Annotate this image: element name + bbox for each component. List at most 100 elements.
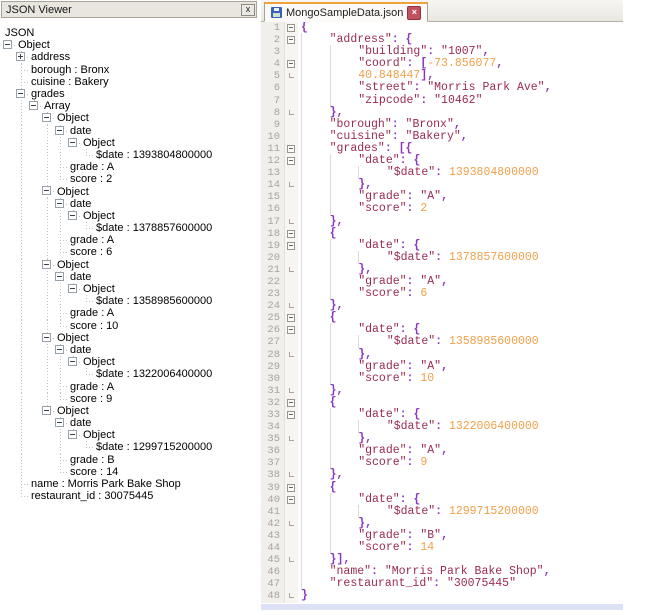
tree-node[interactable]: date bbox=[3, 270, 258, 284]
horizontal-scrollbar[interactable] bbox=[261, 604, 623, 610]
tree-leaf[interactable]: score : 10 bbox=[3, 319, 258, 332]
tree-leaf[interactable]: $date : 1358985600000 bbox=[3, 295, 258, 308]
tree-node[interactable]: date bbox=[3, 417, 258, 430]
fold-collapse-icon[interactable] bbox=[287, 144, 295, 153]
tree-leaf[interactable]: $date : 1393804800000 bbox=[3, 148, 258, 162]
code-line[interactable]: 27 "$date": 1358985600000 bbox=[261, 335, 623, 349]
tree-leaf[interactable]: grade : A bbox=[3, 380, 258, 393]
collapse-icon[interactable] bbox=[68, 357, 77, 367]
code-line[interactable]: 38 }, bbox=[261, 468, 623, 482]
collapse-icon[interactable] bbox=[55, 418, 64, 427]
tree-node[interactable]: Object bbox=[3, 209, 258, 223]
tree-connector bbox=[55, 124, 68, 137]
code-editor[interactable]: 1{2 "address": {3 "building": "1007", 4 "… bbox=[261, 22, 623, 603]
code-line[interactable]: 48} bbox=[261, 590, 623, 603]
code-line[interactable]: 39 { bbox=[261, 480, 623, 494]
collapse-icon[interactable] bbox=[68, 283, 77, 293]
collapse-icon[interactable] bbox=[55, 344, 64, 354]
tree-node[interactable]: Array bbox=[3, 100, 258, 113]
tree-node[interactable]: Object bbox=[3, 429, 258, 442]
tree-node[interactable]: grades bbox=[3, 87, 258, 101]
code-line[interactable]: 47 "restaurant_id": "30075445" bbox=[261, 577, 623, 591]
tab-close-icon[interactable]: × bbox=[407, 5, 422, 20]
collapse-icon[interactable] bbox=[42, 259, 51, 269]
tree-node[interactable]: JSON bbox=[3, 27, 258, 39]
tree-leaf[interactable]: grade : A bbox=[3, 161, 258, 174]
tree-leaf[interactable]: borough : Bronx bbox=[3, 63, 258, 76]
code-line[interactable]: 16 "score": 2 bbox=[261, 202, 623, 216]
line-number: 23 bbox=[261, 288, 284, 301]
tree-leaf[interactable]: restaurant_id : 30075445 bbox=[3, 490, 258, 502]
tree-leaf[interactable]: name : Morris Park Bake Shop bbox=[3, 477, 258, 491]
collapse-icon[interactable] bbox=[55, 125, 64, 135]
tree-leaf[interactable]: $date : 1378857600000 bbox=[3, 222, 258, 235]
fold-collapse-icon[interactable] bbox=[287, 24, 295, 32]
collapse-icon[interactable] bbox=[42, 113, 51, 123]
code-line[interactable]: 30 "score": 10 bbox=[261, 371, 623, 385]
tree-indent bbox=[42, 307, 55, 320]
tree-leaf[interactable]: score : 6 bbox=[3, 246, 258, 259]
fold-margin bbox=[284, 239, 298, 252]
tab-mongosampledata[interactable]: MongoSampleData.json × bbox=[264, 2, 429, 22]
code-text: "zipcode": "10462" bbox=[298, 93, 482, 107]
tree-node[interactable]: date bbox=[3, 124, 258, 137]
fold-collapse-icon[interactable] bbox=[287, 157, 295, 166]
tree-node[interactable]: Object bbox=[3, 112, 258, 125]
tree-node[interactable]: address bbox=[3, 51, 258, 64]
collapse-icon[interactable] bbox=[42, 186, 51, 196]
fold-collapse-icon[interactable] bbox=[287, 495, 295, 504]
tree-node[interactable]: Object bbox=[3, 356, 258, 369]
tree-label: $date : 1322006400000 bbox=[96, 368, 213, 381]
tree-node[interactable]: date bbox=[3, 343, 258, 357]
tree-node[interactable]: date bbox=[3, 197, 258, 211]
collapse-icon[interactable] bbox=[42, 405, 51, 415]
tree-node[interactable]: Object bbox=[3, 39, 258, 51]
tree-leaf[interactable]: $date : 1322006400000 bbox=[3, 368, 258, 381]
collapse-icon[interactable] bbox=[42, 332, 51, 342]
collapse-icon[interactable] bbox=[29, 101, 38, 111]
fold-collapse-icon[interactable] bbox=[287, 398, 295, 407]
tree-node[interactable]: Object bbox=[3, 136, 258, 150]
fold-collapse-icon[interactable] bbox=[287, 60, 295, 69]
collapse-icon[interactable] bbox=[16, 88, 25, 98]
fold-end-icon bbox=[289, 557, 294, 563]
tree-node[interactable]: Object bbox=[3, 185, 258, 198]
tree-node[interactable]: Object bbox=[3, 258, 258, 271]
tree-leaf[interactable]: cuisine : Bakery bbox=[3, 75, 258, 89]
fold-collapse-icon[interactable] bbox=[287, 229, 295, 238]
collapse-icon[interactable] bbox=[68, 210, 77, 220]
tree-leaf[interactable]: score : 2 bbox=[3, 173, 258, 186]
panel-close-button[interactable]: x bbox=[241, 3, 255, 16]
tree-node[interactable]: Object bbox=[3, 404, 258, 418]
fold-collapse-icon[interactable] bbox=[287, 411, 295, 419]
tree-leaf[interactable]: grade : A bbox=[3, 307, 258, 320]
fold-margin bbox=[284, 505, 298, 518]
fold-collapse-icon[interactable] bbox=[287, 483, 295, 492]
tree-node[interactable]: Object bbox=[3, 282, 258, 296]
fold-collapse-icon[interactable] bbox=[287, 241, 295, 250]
code-line[interactable]: 7 "zipcode": "10462" bbox=[261, 93, 623, 107]
collapse-icon[interactable] bbox=[55, 198, 64, 208]
fold-collapse-icon[interactable] bbox=[287, 314, 295, 323]
tree-leaf[interactable]: grade : A bbox=[3, 234, 258, 247]
fold-collapse-icon[interactable] bbox=[287, 326, 295, 335]
collapse-icon[interactable] bbox=[68, 430, 77, 440]
fold-collapse-icon[interactable] bbox=[287, 36, 295, 45]
tree-leaf[interactable]: score : 9 bbox=[3, 392, 258, 406]
expand-icon[interactable] bbox=[16, 52, 25, 62]
code-text: { bbox=[298, 480, 337, 494]
tree-leaf[interactable]: score : 14 bbox=[3, 465, 258, 479]
collapse-icon[interactable] bbox=[68, 137, 77, 147]
tree-node[interactable]: Object bbox=[3, 331, 258, 345]
code-line[interactable]: 18 { bbox=[261, 226, 623, 240]
tree-leaf[interactable]: $date : 1299715200000 bbox=[3, 441, 258, 454]
tree-leaf[interactable]: grade : B bbox=[3, 453, 258, 466]
collapse-icon[interactable] bbox=[55, 271, 64, 281]
code-line[interactable]: 29 "grade": "A", bbox=[261, 359, 623, 373]
collapse-icon[interactable] bbox=[3, 40, 12, 50]
tree-connector bbox=[16, 490, 29, 502]
code-line[interactable]: 17 }, bbox=[261, 214, 623, 228]
